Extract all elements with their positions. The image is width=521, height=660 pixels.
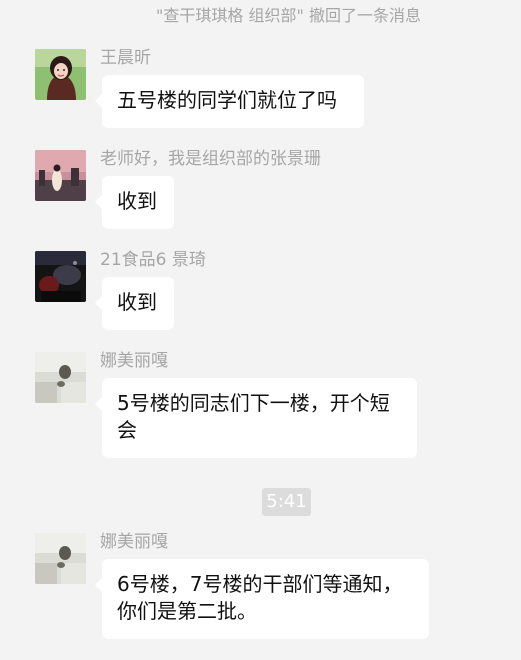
sender-name: 老师好，我是组织部的张景珊 — [100, 149, 321, 169]
message-item: 老师好，我是组织部的张景珊 收到 — [35, 144, 515, 234]
avatar[interactable] — [35, 150, 86, 201]
message-bubble[interactable]: 收到 — [95, 176, 174, 229]
sender-name: 王晨昕 — [100, 48, 151, 68]
avatar[interactable] — [35, 49, 86, 100]
time-divider: 5:41 — [262, 488, 311, 516]
avatar[interactable] — [35, 352, 86, 403]
avatar[interactable] — [35, 533, 86, 584]
message-bubble[interactable]: 6号楼，7号楼的干部们等通知，你们是第二批。 — [95, 559, 429, 639]
message-item: 娜美丽嘎 6号楼，7号楼的干部们等通知，你们是第二批。 — [35, 527, 515, 642]
message-item: 娜美丽嘎 5号楼的同志们下一楼，开个短会 — [35, 346, 515, 461]
sender-name: 娜美丽嘎 — [100, 351, 168, 371]
sender-name: 21食品6 景琦 — [100, 250, 206, 270]
message-bubble[interactable]: 收到 — [95, 277, 174, 330]
message-item: 21食品6 景琦 收到 — [35, 245, 515, 335]
message-bubble[interactable]: 5号楼的同志们下一楼，开个短会 — [95, 378, 417, 458]
recall-notice: "查干琪琪格 组织部" 撤回了一条消息 — [156, 6, 421, 25]
avatar[interactable] — [35, 251, 86, 302]
message-item: 王晨昕 五号楼的同学们就位了吗 — [35, 43, 515, 133]
sender-name: 娜美丽嘎 — [100, 532, 168, 552]
message-bubble[interactable]: 五号楼的同学们就位了吗 — [95, 75, 364, 128]
